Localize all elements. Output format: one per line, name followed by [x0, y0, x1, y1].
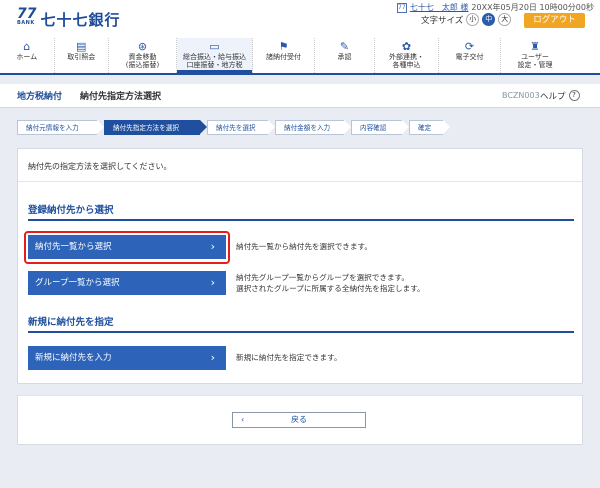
- divider: [18, 395, 582, 396]
- divider: [18, 181, 582, 182]
- approve-icon: ✎: [339, 40, 350, 53]
- select-from-group-list-button[interactable]: グループ一覧から選択 ›: [28, 271, 226, 295]
- action-description: 納付先一覧から納付先を選択できます。: [236, 242, 372, 251]
- nav-label: ホーム: [16, 53, 38, 61]
- section-underline: [28, 331, 574, 333]
- section-heading-registered: 登録納付先から選択: [28, 205, 114, 216]
- nav-external[interactable]: ✿ 外部連携・ 各種申込: [375, 38, 439, 73]
- global-nav: ⌂ ホーム ▤ 取引照会 ⊛ 資金移動 (振込振替) ▭ 総合振込・給与振込 口…: [0, 38, 600, 75]
- nav-label: 資金移動 (振込振替): [125, 53, 160, 69]
- button-label: 新規に納付先を入力: [35, 353, 112, 363]
- nav-label: 総合振込・給与振込 口座振替・地方税: [183, 53, 246, 69]
- bank-name: 七十七銀行: [40, 11, 121, 29]
- font-size-label: 文字サイズ: [421, 15, 464, 26]
- chevron-right-icon: ›: [210, 276, 215, 289]
- nav-home[interactable]: ⌂ ホーム: [0, 38, 55, 73]
- refresh-icon: ⟳: [464, 40, 475, 53]
- nav-label: ユーザー 設定・管理: [517, 53, 553, 69]
- step-item: 納付金額を入力: [275, 120, 351, 135]
- enter-new-payee-button[interactable]: 新規に納付先を入力 ›: [28, 346, 226, 370]
- step-item-active: 納付先指定方法を選択: [104, 120, 207, 135]
- help-icon: ?: [568, 90, 580, 101]
- action-description: 納付先グループ一覧からグループを選択できます。 選択されたグループに所属する全納…: [236, 273, 425, 293]
- nav-label: 電子交付: [455, 53, 484, 61]
- step-item: 内容確認: [351, 120, 409, 135]
- help-link[interactable]: ヘルプ ?: [540, 90, 580, 102]
- nav-label: 諸納付受付: [266, 53, 301, 61]
- help-label: ヘルプ: [540, 91, 566, 102]
- step-item: 確定: [409, 120, 450, 135]
- nav-transfer[interactable]: ⊛ 資金移動 (振込振替): [109, 38, 177, 73]
- font-size-selector: 文字サイズ 小 中 大: [421, 13, 512, 26]
- nav-label: 承認: [337, 53, 352, 61]
- nav-label: 外部連携・ 各種申込: [389, 53, 424, 69]
- page-category: 地方税納付: [17, 92, 63, 102]
- nav-payment[interactable]: ⚑ 諸納付受付: [253, 38, 315, 73]
- step-item: 納付元情報を入力: [17, 120, 104, 135]
- back-label: 戻る: [291, 415, 307, 424]
- user-info: 77 七十七 太郎 様 20XX年05月20日 10時00分00秒: [396, 2, 594, 13]
- nav-user-settings[interactable]: ♜ ユーザー 設定・管理: [501, 38, 569, 73]
- payment-icon: ⚑: [278, 40, 289, 53]
- header: 77 BANK 七十七銀行 77 七十七 太郎 様 20XX年05月20日 10…: [0, 0, 600, 38]
- page-title: 納付先指定方法選択: [80, 92, 162, 102]
- chevron-right-icon: ›: [210, 351, 215, 364]
- nav-approval[interactable]: ✎ 承認: [315, 38, 375, 73]
- screen-id: BCZN003: [502, 91, 540, 100]
- select-from-payee-list-button[interactable]: 納付先一覧から選択 ›: [28, 235, 226, 259]
- nav-inquiry[interactable]: ▤ 取引照会: [55, 38, 109, 73]
- section-heading-new: 新規に納付先を指定: [28, 317, 114, 328]
- card-icon: ▭: [209, 40, 220, 53]
- button-label: グループ一覧から選択: [35, 278, 120, 288]
- link-icon: ✿: [401, 40, 412, 53]
- button-label: 納付先一覧から選択: [35, 242, 112, 252]
- nav-bulk-transfer[interactable]: ▭ 総合振込・給与振込 口座振替・地方税: [177, 38, 253, 73]
- footer-actions: ‹ 戻る: [17, 395, 583, 445]
- font-size-medium-button[interactable]: 中: [482, 13, 496, 26]
- login-time: 20XX年05月20日 10時00分00秒: [471, 3, 594, 12]
- user-card-icon: 77: [396, 2, 407, 13]
- back-button[interactable]: ‹ 戻る: [232, 412, 366, 428]
- intro-text: 納付先の指定方法を選択してください。: [28, 162, 172, 171]
- chevron-right-icon: ›: [210, 240, 215, 253]
- user-name-link[interactable]: 七十七 太郎 様: [410, 2, 469, 13]
- chevron-left-icon: ‹: [241, 415, 245, 424]
- nav-e-delivery[interactable]: ⟳ 電子交付: [439, 38, 501, 73]
- user-settings-icon: ♜: [530, 40, 540, 53]
- bank-mark: 77 BANK: [17, 7, 36, 26]
- logout-button[interactable]: ログアウト: [524, 13, 585, 28]
- section-underline: [28, 219, 574, 221]
- title-bar: 地方税納付 納付先指定方法選択 BCZN003 ヘルプ ?: [0, 84, 600, 108]
- action-description: 新規に納付先を指定できます。: [236, 353, 342, 362]
- bank-mark-sub: BANK: [17, 20, 35, 26]
- transfer-icon: ⊛: [137, 40, 148, 53]
- nav-label: 取引照会: [67, 53, 96, 61]
- step-item: 納付先を選択: [207, 120, 275, 135]
- main-panel: 納付先の指定方法を選択してください。 登録納付先から選択 納付先一覧から選択 ›…: [17, 148, 583, 384]
- home-icon: ⌂: [23, 40, 31, 53]
- font-size-large-button[interactable]: 大: [498, 13, 512, 26]
- progress-steps: 納付元情報を入力 納付先指定方法を選択 納付先を選択 納付金額を入力 内容確認 …: [17, 120, 450, 135]
- document-icon: ▤: [76, 40, 87, 53]
- font-size-small-button[interactable]: 小: [466, 13, 480, 26]
- bank-logo: 77 BANK 七十七銀行: [17, 7, 121, 30]
